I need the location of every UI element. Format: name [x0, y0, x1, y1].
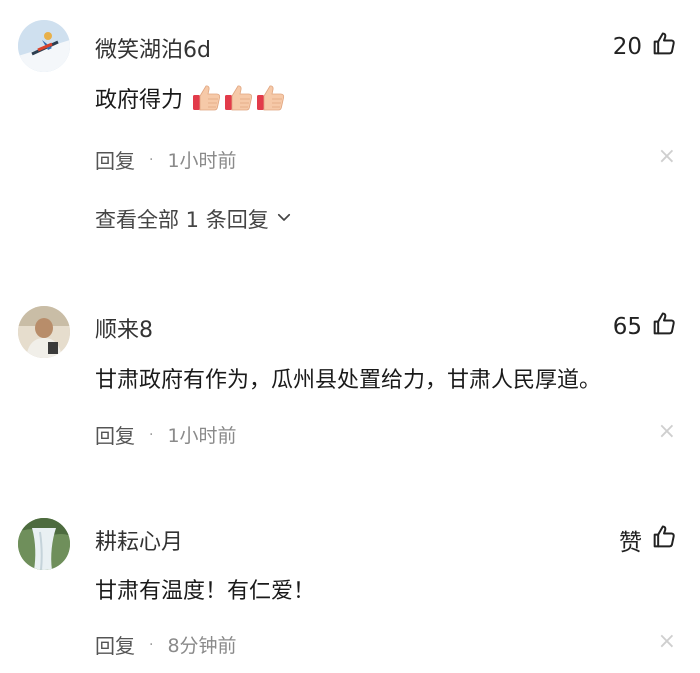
timestamp: 1小时前: [167, 150, 237, 172]
thumbs-up-emoji-icon: [257, 85, 285, 111]
reply-button[interactable]: 回复: [95, 630, 135, 659]
like-count: 65: [612, 314, 642, 340]
avatar[interactable]: [18, 20, 70, 72]
view-all-replies-link[interactable]: 查看全部 1 条回复: [95, 204, 293, 234]
thumbs-up-emoji-icon: [225, 85, 253, 111]
like-button[interactable]: 赞: [619, 523, 678, 557]
like-button[interactable]: 65: [613, 310, 678, 344]
thumbs-up-icon: [650, 523, 678, 557]
view-all-replies-label: 查看全部 1 条回复: [95, 208, 269, 232]
emoji-row: [190, 85, 286, 113]
like-label: 赞: [619, 530, 642, 556]
comment-text-body: 政府得力: [95, 88, 184, 113]
comment-meta: 回复 · 8分钟前: [95, 630, 237, 659]
comment-text: 甘肃政府有作为，瓜州县处置给力，甘肃人民厚道。: [95, 368, 602, 393]
separator-dot: ·: [149, 151, 154, 168]
separator-dot: ·: [149, 636, 154, 653]
avatar[interactable]: [18, 306, 70, 358]
thumbs-up-emoji-icon: [193, 85, 221, 111]
separator-dot: ·: [149, 426, 154, 443]
avatar[interactable]: [18, 518, 70, 570]
close-icon[interactable]: ×: [658, 631, 676, 653]
timestamp: 8分钟前: [167, 635, 237, 657]
thumbs-up-icon: [650, 30, 678, 64]
comment-text: 政府得力: [95, 82, 286, 114]
comment-meta: 回复 · 1小时前: [95, 420, 237, 449]
close-icon[interactable]: ×: [658, 421, 676, 443]
timestamp: 1小时前: [167, 425, 237, 447]
like-count: 20: [612, 34, 642, 60]
reply-button[interactable]: 回复: [95, 420, 135, 449]
like-button[interactable]: 20: [613, 30, 678, 64]
reply-button[interactable]: 回复: [95, 145, 135, 174]
thumbs-up-icon: [650, 310, 678, 344]
chevron-down-icon: [275, 207, 293, 231]
comment-meta: 回复 · 1小时前: [95, 145, 237, 174]
close-icon[interactable]: ×: [658, 146, 676, 168]
username[interactable]: 微笑湖泊6d: [95, 32, 211, 64]
comment-text: 甘肃有温度！有仁爱！: [95, 579, 316, 604]
username[interactable]: 顺来8: [95, 312, 153, 344]
username[interactable]: 耕耘心月: [95, 524, 183, 556]
